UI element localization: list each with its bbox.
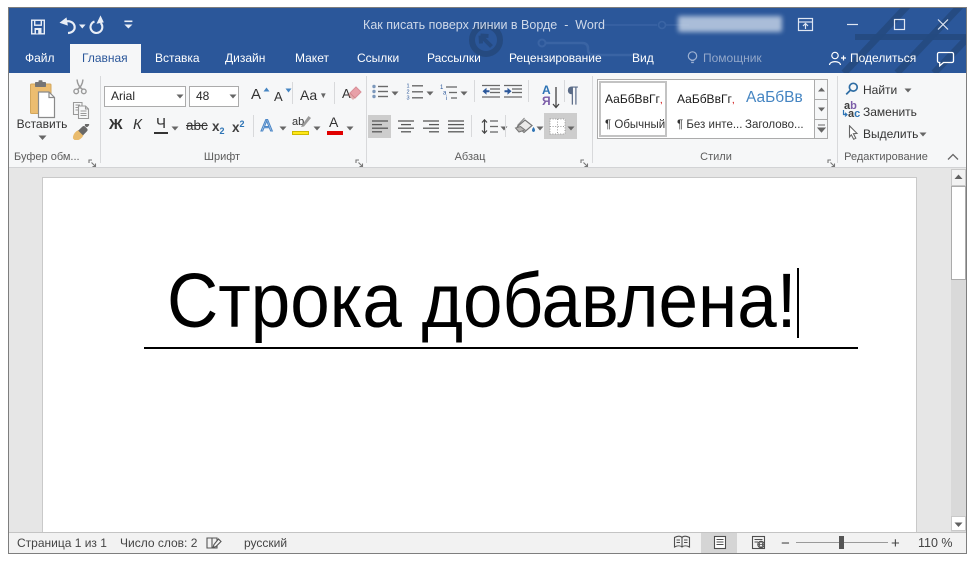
svg-text:i: i bbox=[446, 96, 447, 100]
svg-text:3: 3 bbox=[407, 96, 410, 102]
svg-text:A: A bbox=[261, 116, 273, 134]
